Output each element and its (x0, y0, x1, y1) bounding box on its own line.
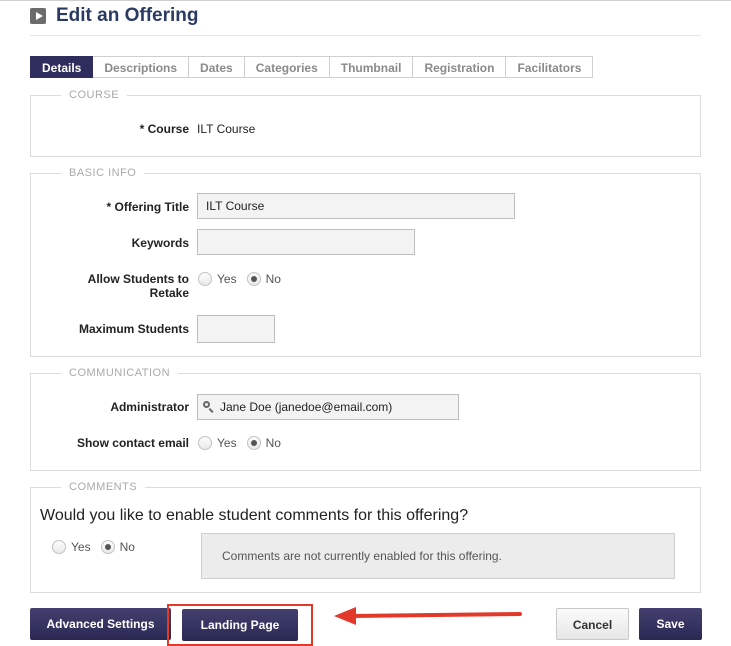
comments-no-radio[interactable] (100, 540, 115, 554)
show-email-no-label: No (265, 436, 281, 450)
comments-question: Would you like to enable student comment… (40, 507, 469, 524)
tab-details[interactable]: Details (30, 56, 94, 78)
offering-title-input[interactable] (197, 193, 515, 219)
retake-label-line2: Retake (149, 286, 189, 300)
administrator-label: Administrator (110, 400, 189, 414)
save-button[interactable]: Save (639, 608, 702, 640)
tab-dates[interactable]: Dates (189, 56, 245, 78)
comments-yes-label: Yes (71, 540, 91, 554)
retake-no-radio[interactable] (246, 272, 261, 286)
comments-legend: COMMENTS (61, 481, 146, 493)
tab-categories[interactable]: Categories (244, 56, 330, 78)
top-rule (0, 0, 731, 1)
show-email-no-radio[interactable] (246, 436, 261, 450)
page-header: Edit an Offering (30, 3, 199, 29)
show-email-yes-label: Yes (217, 436, 237, 450)
tab-descriptions[interactable]: Descriptions (93, 56, 190, 78)
retake-label: Allow Students to Retake (29, 272, 189, 300)
arrow-shaft (350, 612, 522, 618)
arrow-head (334, 607, 356, 625)
comments-radio-group: Yes No (52, 540, 145, 554)
tab-registration[interactable]: Registration (413, 56, 507, 78)
course-value: ILT Course (197, 122, 256, 136)
course-label: * Course (139, 122, 189, 136)
max-students-input[interactable] (197, 315, 275, 343)
keywords-input[interactable] (197, 229, 415, 255)
course-section: COURSE * Course ILT Course (30, 89, 701, 157)
arrow-annotation (334, 607, 522, 625)
basic-info-section: BASIC INFO * Offering Title Keywords All… (29, 167, 701, 357)
offering-title-label: * Offering Title (106, 200, 189, 214)
retake-yes-label: Yes (217, 272, 237, 286)
administrator-value: Jane Doe (janedoe@email.com) (220, 400, 393, 414)
show-email-yes-radio[interactable] (198, 436, 212, 450)
course-legend: COURSE (61, 89, 128, 101)
retake-radio-group: Yes No (198, 272, 291, 286)
tab-bar: Details Descriptions Dates Categories Th… (30, 56, 594, 78)
tab-facilitators[interactable]: Facilitators (506, 56, 594, 78)
tab-thumbnail[interactable]: Thumbnail (329, 56, 414, 78)
retake-yes-radio[interactable] (198, 272, 212, 286)
communication-legend: COMMUNICATION (61, 367, 179, 379)
show-email-label: Show contact email (76, 436, 189, 450)
keywords-label: Keywords (131, 236, 189, 250)
header-divider (30, 35, 701, 36)
advanced-settings-button[interactable]: Advanced Settings (30, 608, 171, 640)
communication-section: COMMUNICATION Administrator Jane Doe (ja… (30, 367, 701, 471)
retake-label-line1: Allow Students to (87, 272, 189, 286)
comments-notice: Comments are not currently enabled for t… (201, 533, 675, 579)
cancel-button[interactable]: Cancel (556, 608, 629, 640)
comments-section: COMMENTS Would you like to enable studen… (30, 481, 701, 593)
highlight-box (167, 604, 313, 646)
comments-no-label: No (119, 540, 135, 554)
comments-yes-radio[interactable] (52, 540, 66, 554)
page-title: Edit an Offering (56, 5, 199, 26)
show-email-radio-group: Yes No (198, 436, 291, 450)
play-icon (30, 8, 46, 24)
administrator-input[interactable]: Jane Doe (janedoe@email.com) (197, 394, 459, 420)
search-icon (203, 401, 214, 413)
retake-no-label: No (265, 272, 281, 286)
basic-info-legend: BASIC INFO (61, 167, 145, 179)
max-students-label: Maximum Students (78, 322, 189, 336)
